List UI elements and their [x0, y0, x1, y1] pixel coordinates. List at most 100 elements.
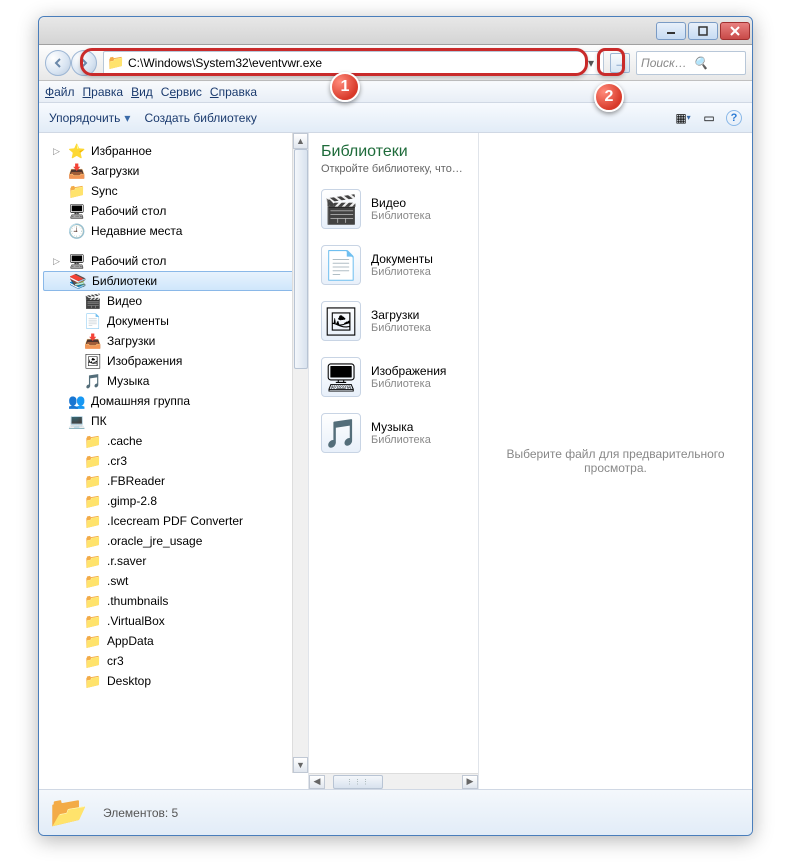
menu-file[interactable]: Файл	[45, 85, 75, 99]
search-placeholder: Поиск: Биб…	[641, 56, 689, 70]
homegroup-icon: 👥	[69, 393, 85, 409]
sidebar-scrollbar[interactable]: ▲▼	[292, 133, 308, 773]
library-item[interactable]: 🖥ИзображенияБиблиотека	[321, 357, 466, 397]
help-button[interactable]: ?	[726, 110, 742, 126]
download-icon: 📥	[85, 333, 101, 349]
content-subtitle: Откройте библиотеку, что…	[321, 163, 466, 175]
titlebar	[39, 17, 752, 45]
tree-item[interactable]: 📥Загрузки	[39, 331, 308, 351]
tree-item[interactable]: 📥Загрузки	[39, 161, 308, 181]
go-button[interactable]: →	[610, 53, 630, 73]
folder-icon: 📁	[85, 573, 101, 589]
search-icon: 🔍	[693, 56, 741, 70]
tree-item[interactable]: 📁.thumbnails	[39, 591, 308, 611]
forward-button[interactable]	[71, 50, 97, 76]
content-title: Библиотеки	[321, 143, 466, 161]
tree-item[interactable]: 📁Sync	[39, 181, 308, 201]
folder-icon: 📁	[85, 473, 101, 489]
tree-item[interactable]: 📁.r.saver	[39, 551, 308, 571]
tree-item[interactable]: 🕘Недавние места	[39, 221, 308, 241]
status-bar: 📂 Элементов: 5	[39, 789, 752, 835]
desktop-icon: 🖥	[69, 203, 85, 219]
music-icon: 🎵	[85, 373, 101, 389]
desktop-icon: 🖥	[69, 253, 85, 269]
tree-libraries[interactable]: 📚Библиотеки	[43, 271, 304, 291]
back-button[interactable]	[45, 50, 71, 76]
new-library-button[interactable]: Создать библиотеку	[144, 111, 256, 125]
annotation-badge-1: 1	[330, 72, 360, 102]
address-bar[interactable]: 📁 ▾	[103, 51, 604, 75]
preview-pane: Выберите файл для предварительного просм…	[479, 133, 752, 789]
tree-pc[interactable]: 💻ПК	[39, 411, 308, 431]
folder-icon: 📁	[85, 433, 101, 449]
library-item[interactable]: 📄ДокументыБиблиотека	[321, 245, 466, 285]
folder-icon: 📁	[85, 673, 101, 689]
image-icon: 🖼	[85, 353, 101, 369]
libraries-icon: 📚	[70, 273, 86, 289]
folder-icon: 📁	[108, 55, 124, 71]
tree-favorites[interactable]: ▷⭐Избранное	[39, 141, 308, 161]
tree-item[interactable]: 🎬Видео	[39, 291, 308, 311]
menu-tools[interactable]: Сервис	[161, 85, 202, 99]
tree-item[interactable]: 📁AppData	[39, 631, 308, 651]
star-icon: ⭐	[69, 143, 85, 159]
preview-pane-button[interactable]: ▭	[700, 109, 718, 127]
menu-edit[interactable]: Правка	[83, 85, 124, 99]
tree-item[interactable]: 📁.oracle_jre_usage	[39, 531, 308, 551]
library-item[interactable]: 🎵МузыкаБиблиотека	[321, 413, 466, 453]
minimize-button[interactable]	[656, 22, 686, 40]
tree-item[interactable]: 📁.Icecream PDF Converter	[39, 511, 308, 531]
tree-item[interactable]: 📁.cr3	[39, 451, 308, 471]
folder-icon: 📁	[85, 493, 101, 509]
image-icon: 🖥	[321, 357, 361, 397]
video-icon: 🎬	[321, 189, 361, 229]
music-icon: 🎵	[321, 413, 361, 453]
toolbar: Упорядочить ▾ Создать библиотеку ▦▾ ▭ ?	[39, 103, 752, 133]
folder-icon: 📁	[85, 613, 101, 629]
document-icon: 📄	[321, 245, 361, 285]
search-box[interactable]: Поиск: Биб… 🔍	[636, 51, 746, 75]
explorer-window: 📁 ▾ → Поиск: Биб… 🔍 Файл Правка Вид Серв…	[38, 16, 753, 836]
organize-button[interactable]: Упорядочить ▾	[49, 111, 130, 125]
pc-icon: 💻	[69, 413, 85, 429]
tree-item[interactable]: 📁Desktop	[39, 671, 308, 691]
view-options-button[interactable]: ▦▾	[674, 109, 692, 127]
annotation-badge-2: 2	[594, 82, 624, 112]
navigation-pane: ▷⭐Избранное 📥Загрузки 📁Sync 🖥Рабочий сто…	[39, 133, 309, 789]
tree-item[interactable]: 📁.gimp-2.8	[39, 491, 308, 511]
recent-icon: 🕘	[69, 223, 85, 239]
folder-icon: 📁	[85, 453, 101, 469]
navigation-bar: 📁 ▾ → Поиск: Биб… 🔍	[39, 45, 752, 81]
menu-help[interactable]: Справка	[210, 85, 257, 99]
horizontal-scrollbar[interactable]: ◀⋮⋮⋮▶	[309, 773, 478, 789]
content-area: ▷⭐Избранное 📥Загрузки 📁Sync 🖥Рабочий сто…	[39, 133, 752, 789]
library-list: Библиотеки Откройте библиотеку, что… 🎬Ви…	[309, 133, 479, 789]
maximize-button[interactable]	[688, 22, 718, 40]
tree-item[interactable]: 📁.FBReader	[39, 471, 308, 491]
folder-icon: 📁	[85, 593, 101, 609]
address-input[interactable]	[128, 56, 579, 70]
item-count: Элементов: 5	[103, 806, 178, 820]
tree-item[interactable]: 🎵Музыка	[39, 371, 308, 391]
library-item[interactable]: 🎬ВидеоБиблиотека	[321, 189, 466, 229]
tree-desktop[interactable]: ▷🖥Рабочий стол	[39, 251, 308, 271]
library-item[interactable]: 🖼ЗагрузкиБиблиотека	[321, 301, 466, 341]
tree-item[interactable]: 📁.VirtualBox	[39, 611, 308, 631]
folder-icon: 📁	[85, 653, 101, 669]
document-icon: 📄	[85, 313, 101, 329]
tree-item[interactable]: 📁cr3	[39, 651, 308, 671]
preview-empty-text: Выберите файл для предварительного просм…	[499, 447, 732, 475]
menu-bar: Файл Правка Вид Сервис Справка	[39, 81, 752, 103]
address-dropdown[interactable]: ▾	[583, 56, 599, 70]
menu-view[interactable]: Вид	[131, 85, 153, 99]
download-icon: 📥	[69, 163, 85, 179]
tree-item[interactable]: 📁.cache	[39, 431, 308, 451]
download-icon: 🖼	[321, 301, 361, 341]
tree-item[interactable]: 🖼Изображения	[39, 351, 308, 371]
close-button[interactable]	[720, 22, 750, 40]
folder-icon: 📁	[85, 533, 101, 549]
tree-item[interactable]: 🖥Рабочий стол	[39, 201, 308, 221]
tree-item[interactable]: 📁.swt	[39, 571, 308, 591]
tree-item[interactable]: 📄Документы	[39, 311, 308, 331]
tree-homegroup[interactable]: 👥Домашняя группа	[39, 391, 308, 411]
